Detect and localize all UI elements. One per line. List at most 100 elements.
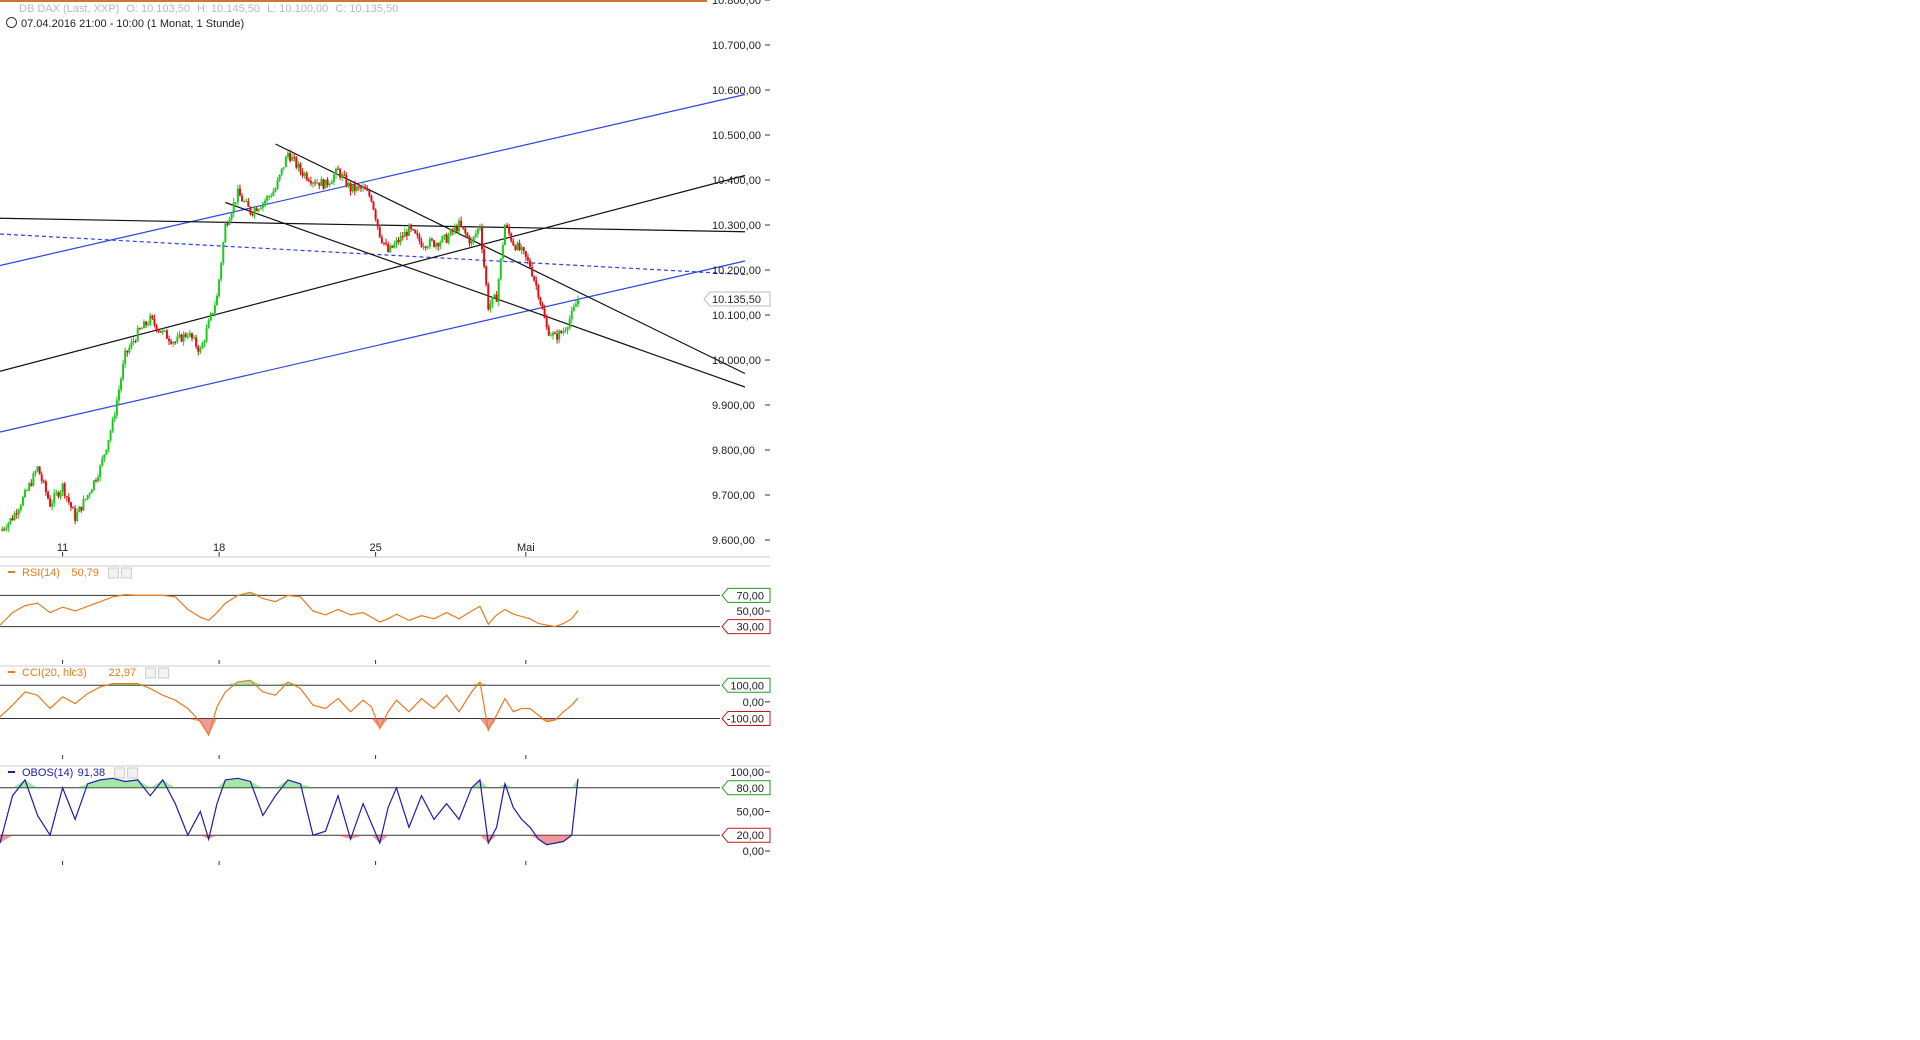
candle-body — [228, 219, 231, 225]
candle-body — [36, 466, 39, 472]
candle-body — [115, 400, 118, 416]
close-icon — [127, 767, 139, 779]
candle-body — [558, 330, 561, 340]
candle-body — [397, 240, 400, 243]
candle-body — [351, 184, 354, 192]
candle-body — [478, 227, 481, 229]
candle-body — [330, 181, 333, 184]
candle-body — [510, 233, 513, 242]
candle-body — [268, 196, 271, 198]
candle-body — [574, 304, 577, 307]
candle-body — [466, 233, 469, 237]
candle-body — [251, 214, 254, 216]
price-tick-label: 9.800,00 — [712, 445, 755, 457]
candle-body — [245, 201, 248, 203]
candle-body — [533, 276, 536, 281]
candle-body — [339, 169, 342, 178]
candle-body — [224, 223, 227, 243]
candle-body — [57, 492, 60, 497]
candle-body — [78, 506, 81, 513]
candle-body — [529, 260, 532, 267]
candle-body — [458, 220, 461, 232]
candle-body — [236, 188, 239, 203]
candle-body — [257, 209, 260, 212]
candle-body — [241, 195, 244, 202]
price-tick-label: 10.600,00 — [712, 85, 761, 97]
candle-body — [451, 229, 454, 232]
candle-body — [76, 512, 79, 521]
candle-body — [355, 186, 358, 191]
trend-support-line — [0, 174, 746, 372]
candle-body — [389, 245, 392, 252]
candle-body — [522, 247, 525, 252]
candle-body — [547, 327, 550, 336]
candle-body — [337, 168, 340, 170]
candle-body — [157, 330, 160, 332]
obos-panel: 100,00 80,00 50,00 20,00 0,00 OBOS(14) 91,38 — [0, 765, 771, 865]
candle-body — [568, 319, 571, 328]
price-tick-label: 10.100,00 — [712, 310, 761, 322]
candle-body — [170, 341, 173, 344]
candle-body — [253, 208, 256, 215]
candle-body — [284, 156, 287, 168]
candle-body — [63, 483, 66, 497]
candle-body — [447, 235, 450, 243]
time-axis: 11 18 25 Mai — [0, 542, 770, 558]
settings-icon — [107, 567, 119, 579]
candle-body — [332, 174, 335, 182]
candle-body — [483, 249, 486, 267]
cci-tick-label: 100,00 — [730, 680, 764, 692]
candle-body — [297, 163, 300, 168]
candle-body — [556, 333, 559, 340]
candle-body — [424, 246, 427, 248]
candle-body — [107, 439, 110, 450]
candle-body — [577, 299, 579, 305]
candle-body — [128, 347, 131, 353]
candle-body — [172, 342, 175, 344]
candle-body — [201, 343, 204, 349]
candle-body — [410, 224, 413, 229]
candle-body — [161, 330, 164, 333]
candle-body — [334, 168, 337, 175]
candle-body — [199, 348, 202, 352]
candle-body — [566, 327, 569, 331]
candle-body — [428, 239, 431, 247]
candle-body — [72, 507, 75, 509]
cci-name-label: CCI(20, hlc3) — [22, 667, 87, 679]
candle-body — [180, 334, 183, 342]
candle-body — [453, 226, 456, 232]
candle-body — [67, 497, 70, 503]
candle-body — [55, 492, 58, 494]
candle-body — [295, 157, 298, 168]
candle-body — [255, 208, 258, 212]
rsi-name-label: RSI(14) — [22, 567, 60, 579]
candle-body — [7, 522, 10, 529]
candle-body — [232, 202, 235, 214]
candle-body — [328, 183, 331, 185]
candle-body — [526, 257, 529, 261]
rsi-legend-swatch — [8, 571, 15, 573]
candle-body — [147, 324, 150, 326]
candle-body — [205, 328, 208, 342]
candle-body — [238, 188, 241, 196]
candle-body — [545, 318, 548, 328]
candle-body — [222, 242, 225, 263]
candle-body — [105, 449, 108, 455]
candle-body — [266, 196, 269, 201]
candle-body — [437, 243, 440, 247]
rsi-line — [0, 591, 579, 628]
candle-body — [86, 495, 89, 499]
chart-stage: DB DAX (Last, XXP) O: 10.103,50 H: 10.14… — [0, 0, 1920, 1040]
candle-body — [17, 510, 20, 515]
candle-body — [401, 236, 404, 238]
candle-body — [311, 182, 314, 184]
candle-body — [435, 243, 438, 247]
candle-body — [307, 179, 310, 182]
rsi-tick-label: 50,00 — [736, 606, 764, 618]
candle-body — [489, 304, 492, 310]
close-icon — [120, 567, 132, 579]
candle-body — [403, 231, 406, 238]
cci-value-label: 22,97 — [109, 667, 137, 679]
candle-body — [103, 454, 106, 459]
candle-body — [380, 237, 383, 243]
